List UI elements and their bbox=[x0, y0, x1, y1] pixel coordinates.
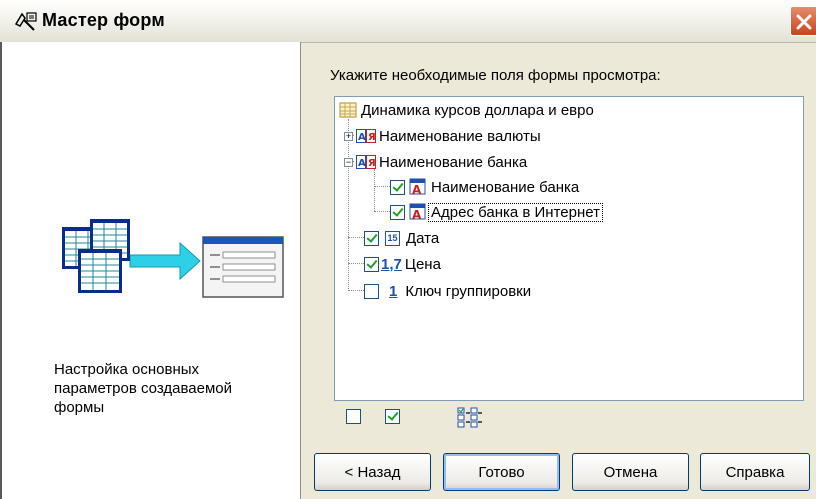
tree-line bbox=[374, 211, 390, 212]
string-field-icon: A Я bbox=[356, 128, 376, 144]
svg-text:Я: Я bbox=[368, 158, 376, 169]
back-button[interactable]: < Назад bbox=[314, 453, 431, 491]
tree-item-label: Ключ группировки bbox=[405, 282, 532, 300]
cancel-button[interactable]: Отмена bbox=[572, 453, 689, 491]
uncheck-all-icon bbox=[346, 409, 361, 424]
field-checkbox[interactable] bbox=[364, 256, 379, 272]
uncheck-all-button[interactable] bbox=[346, 405, 361, 429]
tree-options-icon bbox=[457, 407, 482, 428]
finish-button[interactable]: Готово bbox=[443, 453, 560, 491]
tree-item-label: Дата bbox=[406, 229, 440, 247]
check-all-icon bbox=[385, 409, 400, 424]
tree-root-label: Динамика курсов доллара и евро bbox=[361, 101, 594, 119]
tree-root[interactable]: Динамика курсов доллара и евро bbox=[339, 99, 594, 121]
svg-text:A: A bbox=[412, 183, 422, 196]
tree-line bbox=[374, 169, 375, 211]
tree-item-label: Наименование валюты bbox=[379, 127, 541, 145]
decimal-field-icon: 1,7 bbox=[381, 255, 402, 273]
form-wizard-icon bbox=[14, 10, 38, 32]
tree-item-label: Цена bbox=[404, 255, 441, 273]
tree-options-button[interactable] bbox=[457, 405, 483, 429]
tree-item-label: Наименование банка bbox=[431, 178, 580, 196]
left-panel: Настройка основных параметров создаваемо… bbox=[2, 42, 301, 499]
tree-item[interactable]: − A Я Наименование банка bbox=[344, 151, 527, 173]
tree-line bbox=[348, 290, 364, 291]
svg-text:A: A bbox=[358, 132, 366, 143]
expand-icon[interactable]: + bbox=[344, 131, 353, 141]
fields-prompt: Укажите необходимые поля формы просмотра… bbox=[330, 67, 661, 84]
help-button[interactable]: Справка bbox=[700, 453, 810, 491]
integer-field-icon: 1 bbox=[389, 282, 398, 300]
string-field-icon: A Я bbox=[356, 154, 376, 170]
field-checkbox[interactable] bbox=[364, 230, 379, 246]
check-all-button[interactable] bbox=[385, 405, 400, 429]
close-button[interactable] bbox=[790, 6, 816, 36]
tree-item[interactable]: A Наименование банка bbox=[390, 176, 579, 198]
field-checkbox[interactable] bbox=[364, 283, 379, 299]
tree-line bbox=[348, 263, 364, 264]
field-checkbox[interactable] bbox=[390, 204, 405, 220]
svg-text:Я: Я bbox=[368, 132, 376, 143]
step-description: Настройка основных параметров создаваемо… bbox=[54, 361, 233, 416]
tree-item[interactable]: 15 Дата bbox=[364, 227, 439, 249]
tree-line bbox=[348, 237, 364, 238]
table-icon bbox=[339, 102, 357, 118]
tables-to-form-illustration bbox=[62, 219, 284, 298]
tree-item[interactable]: 1 Ключ группировки bbox=[364, 280, 531, 302]
tree-item-label: Адрес банка в Интернет bbox=[428, 202, 603, 222]
date-field-icon: 15 bbox=[385, 230, 400, 246]
tree-item[interactable]: A Адрес банка в Интернет bbox=[390, 201, 603, 223]
tree-item[interactable]: + A Я Наименование валюты bbox=[344, 125, 541, 147]
collapse-icon[interactable]: − bbox=[344, 157, 353, 167]
close-icon bbox=[796, 14, 812, 30]
svg-text:A: A bbox=[412, 208, 422, 221]
fields-tree[interactable]: Динамика курсов доллара и евро + A Я Наи… bbox=[334, 96, 804, 401]
svg-text:A: A bbox=[358, 158, 366, 169]
tree-line bbox=[374, 186, 390, 187]
tree-item[interactable]: 1,7 Цена bbox=[364, 253, 441, 275]
text-field-icon: A bbox=[409, 203, 427, 222]
window-title: Мастер форм bbox=[42, 10, 165, 30]
title-bar: Мастер форм bbox=[0, 0, 816, 43]
text-field-icon: A bbox=[409, 178, 427, 197]
tree-item-label: Наименование банка bbox=[379, 153, 528, 171]
field-checkbox[interactable] bbox=[390, 179, 405, 195]
